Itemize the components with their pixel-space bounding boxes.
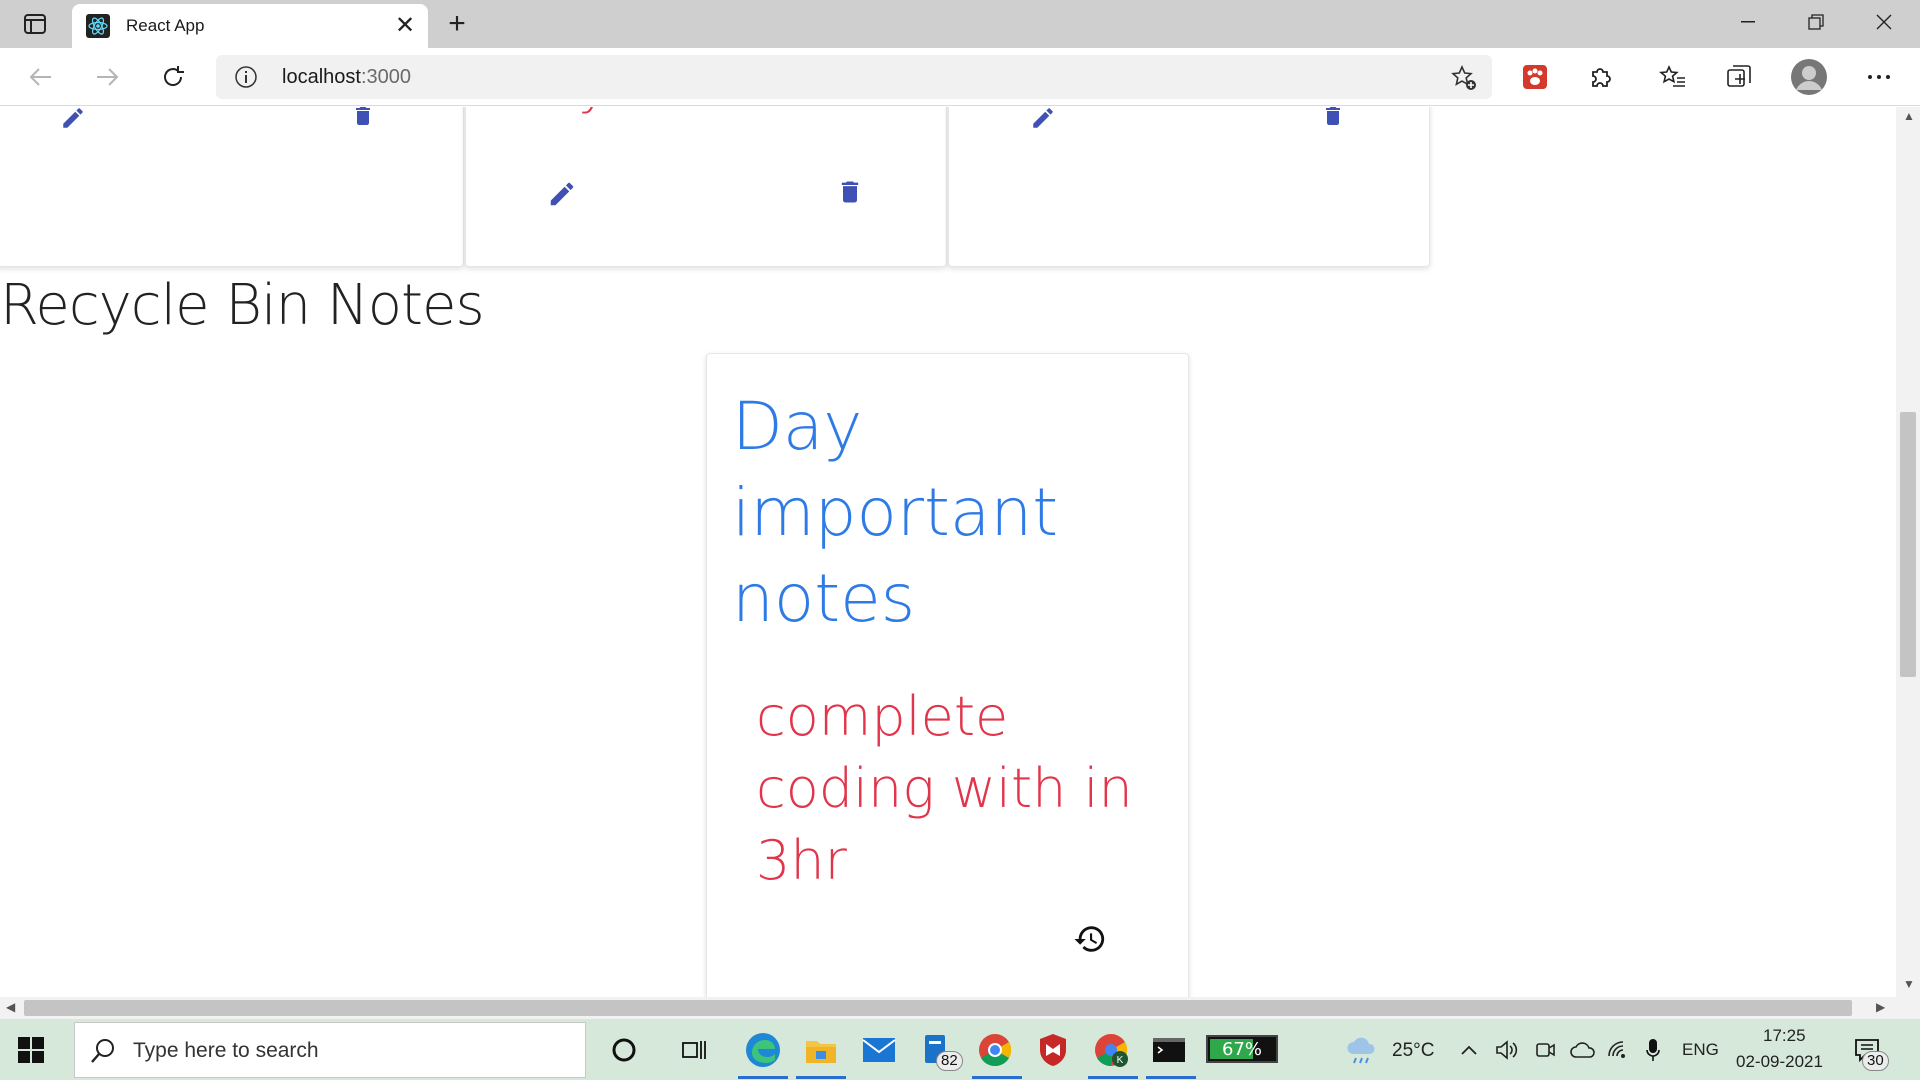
search-placeholder: Type here to search [133, 1039, 319, 1062]
edit-pencil-icon[interactable] [1023, 107, 1063, 138]
page-viewport: Thymeleaf Recycle Bin Notes Day importan… [0, 107, 1896, 997]
url-host: localhost [282, 66, 361, 88]
restore-history-icon[interactable] [1070, 919, 1110, 959]
url-text: localhost:3000 [282, 66, 411, 89]
delete-trash-icon[interactable] [1313, 107, 1353, 136]
browser-tab[interactable]: React App ✕ [72, 4, 428, 48]
close-tab-icon[interactable]: ✕ [392, 12, 418, 39]
delete-trash-icon[interactable] [343, 107, 383, 136]
site-info-icon[interactable] [234, 65, 258, 89]
file-explorer-icon[interactable] [800, 1029, 842, 1071]
windows-taskbar: Type here to search 82 K 67% 25°C ENG 17… [0, 1019, 1920, 1080]
scroll-right-arrow-icon[interactable]: ▶ [1876, 1000, 1885, 1014]
horizontal-scrollbar[interactable]: ◀ ▶ [0, 997, 1920, 1019]
note-card [0, 107, 464, 267]
bin-note-content: complete coding with in 3hr [756, 685, 1133, 892]
note-card [948, 107, 1430, 267]
restore-button[interactable] [1782, 0, 1850, 44]
mcafee-shield-icon[interactable] [1032, 1029, 1074, 1071]
chrome-profile-icon[interactable]: K [1090, 1029, 1132, 1071]
input-language[interactable]: ENG [1682, 1040, 1719, 1060]
edit-pencil-icon[interactable] [53, 107, 93, 138]
battery-meter[interactable]: 67% [1206, 1035, 1278, 1063]
onedrive-cloud-icon[interactable] [1566, 1029, 1600, 1071]
back-button[interactable] [22, 58, 60, 96]
task-view-icon[interactable] [674, 1029, 716, 1071]
vertical-scrollbar[interactable]: ▲ ▼ [1896, 107, 1920, 997]
terminal-icon[interactable] [1148, 1029, 1190, 1071]
browser-toolbar: localhost:3000 [0, 48, 1920, 106]
more-menu-icon[interactable] [1860, 58, 1898, 96]
volume-icon[interactable] [1492, 1029, 1522, 1071]
running-app-indicator [796, 1076, 846, 1079]
url-port: :3000 [360, 66, 411, 88]
clock-time[interactable]: 17:25 [1763, 1026, 1806, 1046]
running-app-indicator [972, 1076, 1022, 1079]
new-tab-button[interactable]: + [440, 7, 474, 40]
microphone-icon[interactable] [1638, 1029, 1668, 1071]
profile-avatar[interactable] [1790, 58, 1828, 96]
note-card: Thymeleaf [465, 107, 947, 267]
tab-title: React App [126, 16, 205, 35]
wifi-icon[interactable] [1604, 1029, 1634, 1071]
active-app-indicator [738, 1076, 788, 1079]
delete-trash-icon[interactable] [830, 172, 870, 212]
close-window-button[interactable] [1850, 0, 1918, 44]
vertical-scroll-thumb[interactable] [1900, 412, 1916, 677]
clock-date[interactable]: 02-09-2021 [1736, 1052, 1823, 1072]
favorites-icon[interactable] [1654, 58, 1692, 96]
taskbar-search-box[interactable]: Type here to search [74, 1022, 586, 1078]
forward-button[interactable] [88, 58, 126, 96]
react-logo-icon [86, 14, 110, 38]
edit-pencil-icon[interactable] [542, 174, 582, 214]
browser-title-bar: React App ✕ + [0, 0, 1920, 48]
edge-browser-icon[interactable] [742, 1029, 784, 1071]
collections-icon[interactable] [1720, 58, 1758, 96]
recycle-bin-heading: Recycle Bin Notes [0, 273, 485, 338]
address-bar[interactable]: localhost:3000 [216, 55, 1492, 99]
scroll-down-arrow-icon[interactable]: ▼ [1903, 977, 1915, 991]
scroll-up-arrow-icon[interactable]: ▲ [1903, 109, 1915, 123]
notification-count-badge: 30 [1862, 1051, 1889, 1071]
mail-icon[interactable] [858, 1029, 900, 1071]
weather-rain-icon[interactable] [1342, 1031, 1382, 1069]
windows-start-icon[interactable] [16, 1035, 46, 1065]
refresh-button[interactable] [154, 58, 192, 96]
mail-count-badge: 82 [936, 1051, 963, 1071]
search-icon [89, 1037, 117, 1065]
extension-paw-icon[interactable] [1516, 58, 1554, 96]
battery-text: 67% [1221, 1039, 1262, 1060]
note-title: Thymeleaf [516, 107, 780, 116]
running-app-indicator [1088, 1076, 1138, 1079]
chevron-up-icon[interactable] [1454, 1029, 1484, 1071]
weather-temperature[interactable]: 25°C [1392, 1040, 1434, 1062]
svg-text:K: K [1117, 1055, 1124, 1066]
tab-actions-icon[interactable] [18, 10, 52, 38]
running-app-indicator [1146, 1076, 1196, 1079]
add-favorite-icon[interactable] [1450, 64, 1478, 92]
minimize-button[interactable] [1714, 0, 1782, 44]
cortana-icon[interactable] [603, 1029, 645, 1071]
bin-note-title: Day important notes [732, 388, 1059, 637]
extensions-puzzle-icon[interactable] [1582, 58, 1620, 96]
chrome-icon[interactable] [974, 1029, 1016, 1071]
horizontal-scroll-thumb[interactable] [24, 1000, 1852, 1016]
scroll-left-arrow-icon[interactable]: ◀ [6, 1000, 15, 1014]
meet-now-icon[interactable] [1530, 1029, 1560, 1071]
